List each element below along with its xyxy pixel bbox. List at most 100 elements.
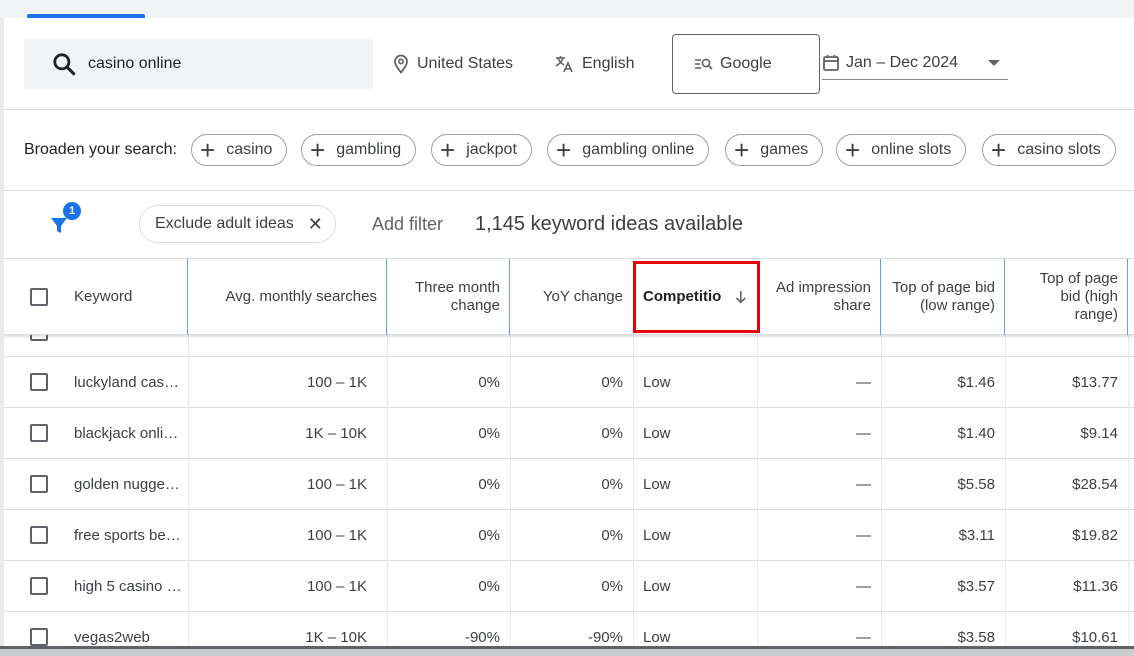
avg-searches-cell: 100 – 1K [306, 578, 367, 595]
ad-impression-cell: — [856, 374, 871, 391]
ad-impression-cell: — [856, 527, 871, 544]
yoy-cell: 0% [601, 578, 623, 595]
select-all-checkbox[interactable] [30, 288, 48, 306]
row-checkbox[interactable] [30, 577, 48, 595]
plus-icon: + [734, 135, 750, 165]
bid-low-cell: $1.40 [957, 425, 995, 442]
calendar-icon [823, 54, 839, 71]
header-ad-impression-share[interactable]: Ad impression share [757, 259, 881, 335]
bid-low-cell: $5.58 [957, 476, 995, 493]
plus-icon: + [991, 135, 1007, 165]
row-checkbox[interactable] [30, 475, 48, 493]
three-month-cell: 0% [478, 578, 500, 595]
bid-low-cell: $1.46 [957, 374, 995, 391]
three-month-cell: -90% [464, 629, 500, 646]
keyword-cell[interactable]: vegas2web [64, 612, 188, 646]
keyword-table: Keyword Avg. monthly searches Three mont… [4, 259, 1134, 646]
language-label: English [582, 55, 635, 72]
broaden-chip-casino-slots[interactable]: + casino slots [982, 134, 1116, 166]
add-filter-button[interactable]: Add filter [372, 214, 443, 235]
three-month-cell: 0% [478, 425, 500, 442]
ad-impression-cell: — [856, 425, 871, 442]
bid-high-cell: $10.61 [1072, 629, 1118, 646]
search-icon [53, 53, 76, 76]
chevron-down-icon [988, 60, 1000, 66]
filter-bar: 1 Exclude adult ideas ✕ Add filter 1,145… [4, 191, 1134, 259]
broaden-chip-gambling[interactable]: + gambling [301, 134, 417, 166]
bid-high-cell: $19.82 [1072, 527, 1118, 544]
broaden-chip-casino[interactable]: + casino [191, 134, 288, 166]
header-top-bid-high[interactable]: Top of page bid (high range) [1005, 259, 1128, 335]
competition-cell: Low [643, 578, 671, 595]
row-checkbox[interactable] [30, 628, 48, 646]
broaden-chip-games[interactable]: + games [725, 134, 824, 166]
date-range-label: Jan – Dec 2024 [846, 53, 959, 71]
broaden-chip-jackpot[interactable]: + jackpot [431, 134, 532, 166]
competition-cell: Low [643, 629, 671, 646]
broaden-chip-gambling-online[interactable]: + gambling online [547, 134, 710, 166]
search-box[interactable] [24, 39, 373, 89]
search-list-icon [695, 58, 713, 70]
row-checkbox[interactable] [30, 424, 48, 442]
table-row[interactable]: golden nugge… 100 – 1K 0% 0% Low — $5.58… [4, 459, 1134, 510]
translate-icon [555, 56, 573, 73]
avg-searches-cell: 1K – 10K [305, 425, 367, 442]
ideas-count: 1,145 keyword ideas available [475, 213, 743, 235]
row-checkbox[interactable] [30, 526, 48, 544]
competition-cell: Low [643, 374, 671, 391]
close-icon[interactable]: ✕ [308, 214, 323, 235]
keyword-cell[interactable]: high 5 casino … [64, 561, 188, 612]
exclude-adult-chip[interactable]: Exclude adult ideas ✕ [139, 205, 336, 243]
location-selector[interactable]: United States [393, 52, 513, 76]
exclude-adult-label: Exclude adult ideas [155, 215, 294, 232]
keyword-cell[interactable]: free sports be… [64, 510, 188, 561]
yoy-cell: 0% [601, 476, 623, 493]
table-row[interactable]: blackjack onli… 1K – 10K 0% 0% Low — $1.… [4, 408, 1134, 459]
header-three-month-change[interactable]: Three month change [387, 259, 510, 335]
yoy-cell: 0% [601, 425, 623, 442]
ad-impression-cell: — [856, 578, 871, 595]
row-checkbox[interactable] [30, 373, 48, 391]
table-header: Keyword Avg. monthly searches Three mont… [4, 259, 1134, 335]
broaden-label: Broaden your search: [24, 141, 177, 158]
bid-low-cell: $3.11 [958, 527, 995, 544]
table-row[interactable]: luckyland cas… 100 – 1K 0% 0% Low — $1.4… [4, 357, 1134, 408]
avg-searches-cell: 1K – 10K [305, 629, 367, 646]
network-selector[interactable]: Google [672, 34, 820, 94]
avg-searches-cell: 100 – 1K [306, 476, 367, 493]
three-month-cell: 0% [478, 476, 500, 493]
yoy-cell: -90% [587, 629, 623, 646]
keyword-cell[interactable]: luckyland cas… [64, 357, 188, 408]
competition-cell: Low [643, 425, 671, 442]
keyword-cell[interactable]: blackjack onli… [64, 408, 188, 459]
plus-icon: + [440, 135, 456, 165]
header-avg-monthly-searches[interactable]: Avg. monthly searches [188, 259, 387, 335]
horizontal-scrollbar[interactable] [0, 646, 1134, 656]
plus-icon: + [556, 135, 572, 165]
top-strip [0, 0, 1134, 18]
filter-count-badge: 1 [63, 202, 81, 220]
header-top-bid-low[interactable]: Top of page bid (low range) [881, 259, 1005, 335]
language-selector[interactable]: English [554, 52, 634, 76]
three-month-cell: 0% [478, 374, 500, 391]
location-pin-icon [394, 54, 408, 74]
table-row[interactable]: vegas2web 1K – 10K -90% -90% Low — $3.58… [4, 612, 1134, 646]
table-row [4, 323, 1134, 357]
yoy-cell: 0% [601, 374, 623, 391]
competition-highlight-box [633, 261, 760, 333]
three-month-cell: 0% [478, 527, 500, 544]
header-keyword[interactable]: Keyword [64, 259, 188, 335]
date-range-selector[interactable]: Jan – Dec 2024 [822, 46, 1008, 80]
competition-cell: Low [643, 527, 671, 544]
broaden-chip-online-slots[interactable]: + online slots [836, 134, 967, 166]
table-row[interactable]: free sports be… 100 – 1K 0% 0% Low — $3.… [4, 510, 1134, 561]
header-yoy-change[interactable]: YoY change [510, 259, 633, 335]
network-label: Google [720, 55, 772, 72]
competition-cell: Low [643, 476, 671, 493]
plus-icon: + [310, 135, 326, 165]
table-row[interactable]: high 5 casino … 100 – 1K 0% 0% Low — $3.… [4, 561, 1134, 612]
yoy-cell: 0% [601, 527, 623, 544]
search-input[interactable] [88, 55, 348, 73]
bid-high-cell: $11.36 [1073, 578, 1118, 595]
keyword-cell[interactable]: golden nugge… [64, 459, 188, 510]
